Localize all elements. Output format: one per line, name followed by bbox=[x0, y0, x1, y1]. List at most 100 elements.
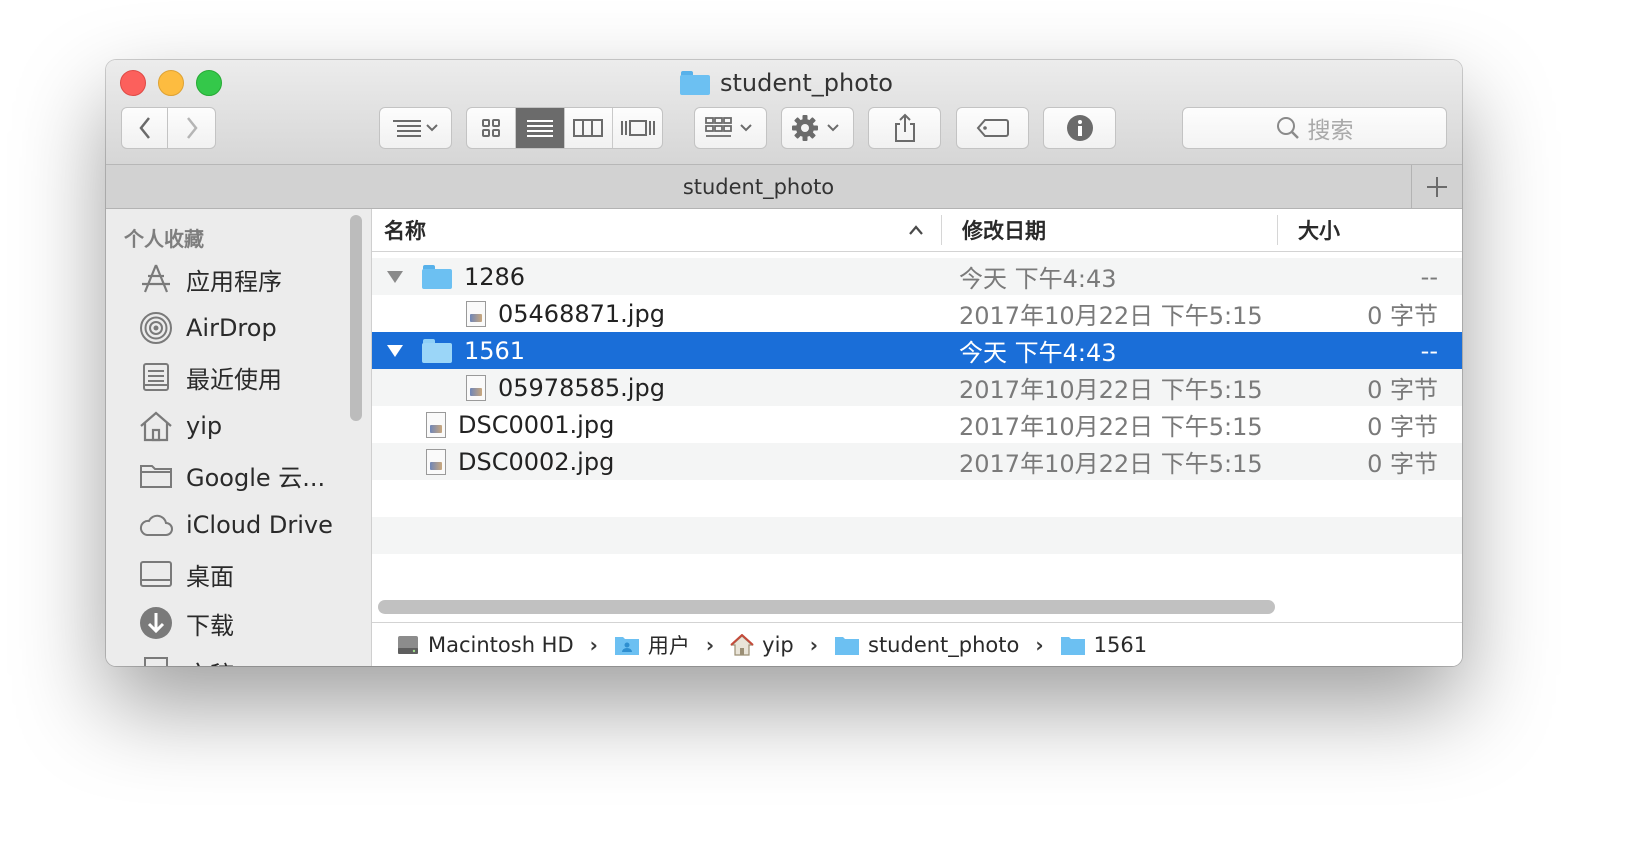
horizontal-scrollbar[interactable] bbox=[378, 600, 1275, 614]
toolbar: student_photo 搜索 bbox=[106, 60, 1462, 165]
sort-ascending-icon bbox=[909, 225, 923, 235]
row-name-cell: 05978585.jpg bbox=[466, 369, 665, 406]
path-separator-icon: › bbox=[589, 632, 598, 657]
sidebar-item-label: 文稿 bbox=[186, 655, 234, 667]
column-header-name[interactable]: 名称 bbox=[384, 209, 924, 251]
table-row[interactable]: DSC0001.jpg 2017年10月22日 下午5:15 0 字节 bbox=[372, 406, 1462, 443]
airdrop-icon bbox=[138, 310, 174, 346]
path-item-1561[interactable]: 1561 bbox=[1060, 633, 1147, 657]
forward-button[interactable] bbox=[168, 107, 216, 149]
minimize-button[interactable] bbox=[158, 70, 184, 96]
group-grid-icon bbox=[704, 117, 752, 137]
users-folder-icon bbox=[614, 636, 639, 655]
share-button[interactable] bbox=[868, 107, 941, 149]
folder-icon bbox=[138, 457, 174, 493]
file-date: 今天 下午4:43 bbox=[959, 339, 1117, 367]
sidebar-item-desktop[interactable]: 桌面 bbox=[138, 554, 234, 594]
zoom-button[interactable] bbox=[196, 70, 222, 96]
row-name-cell: 1561 bbox=[422, 332, 525, 369]
path-label: Macintosh HD bbox=[428, 632, 574, 657]
column-separator[interactable] bbox=[941, 215, 942, 245]
hard-disk-icon bbox=[398, 635, 418, 654]
file-date: 2017年10月22日 下午5:15 bbox=[959, 302, 1263, 330]
disclosure-triangle-icon[interactable] bbox=[386, 332, 404, 369]
close-button[interactable] bbox=[120, 70, 146, 96]
action-menu-button[interactable] bbox=[781, 107, 854, 149]
disclosure-triangle-icon[interactable] bbox=[386, 258, 404, 295]
column-view-button[interactable] bbox=[565, 108, 614, 148]
file-size: 0 字节 bbox=[1367, 413, 1438, 441]
icon-view-button[interactable] bbox=[467, 108, 516, 148]
sidebar-item-label: iCloud Drive bbox=[186, 511, 333, 539]
sidebar-item-label: yip bbox=[186, 412, 223, 440]
columns-icon bbox=[573, 119, 604, 137]
list-icon bbox=[526, 120, 553, 137]
window-title: student_photo bbox=[680, 68, 893, 98]
download-icon bbox=[138, 605, 174, 641]
sidebar-item-label: 应用程序 bbox=[186, 267, 282, 296]
column-separator[interactable] bbox=[1277, 215, 1278, 245]
column-header-date[interactable]: 修改日期 bbox=[962, 209, 1046, 251]
tab-student-photo[interactable]: student_photo bbox=[106, 165, 1411, 208]
empty-row bbox=[372, 517, 1462, 554]
path-separator-icon: › bbox=[1035, 632, 1044, 657]
view-mode-control[interactable] bbox=[466, 107, 663, 149]
folder-icon bbox=[680, 71, 710, 95]
image-file-icon bbox=[466, 300, 486, 327]
path-separator-icon: › bbox=[705, 632, 715, 657]
sidebar-item-documents[interactable]: 文稿 bbox=[138, 652, 234, 666]
table-row-selected[interactable]: 1561 今天 下午4:43 -- bbox=[372, 332, 1462, 369]
image-file-icon bbox=[426, 411, 446, 438]
sidebar-item-applications[interactable]: 应用程序 bbox=[138, 259, 282, 299]
home-icon bbox=[730, 633, 754, 656]
sidebar-scrollbar[interactable] bbox=[350, 215, 362, 421]
gallery-icon bbox=[620, 120, 655, 136]
sidebar-item-label: 下载 bbox=[186, 611, 234, 640]
column-header-name-label: 名称 bbox=[384, 219, 426, 243]
search-field[interactable]: 搜索 bbox=[1182, 107, 1447, 149]
table-row[interactable]: 05978585.jpg 2017年10月22日 下午5:15 0 字节 bbox=[372, 369, 1462, 406]
sidebar-item-recents[interactable]: 最近使用 bbox=[138, 357, 282, 397]
path-label: 1561 bbox=[1093, 632, 1148, 657]
sidebar-item-airdrop[interactable]: AirDrop bbox=[138, 308, 277, 348]
folder-icon bbox=[422, 264, 452, 289]
chevron-right-icon bbox=[186, 117, 198, 139]
new-tab-button[interactable] bbox=[1411, 165, 1462, 208]
table-row[interactable]: 05468871.jpg 2017年10月22日 下午5:15 0 字节 bbox=[372, 295, 1462, 332]
sidebar-item-home[interactable]: yip bbox=[138, 406, 222, 446]
file-name: 05978585.jpg bbox=[498, 373, 665, 402]
gallery-view-button[interactable] bbox=[613, 108, 662, 148]
chevron-left-icon bbox=[138, 117, 150, 139]
sidebar-item-google-drive[interactable]: Google 云... bbox=[138, 455, 325, 495]
row-name-cell: DSC0002.jpg bbox=[426, 443, 614, 480]
list-arrange-icon bbox=[392, 120, 438, 137]
path-item-home[interactable]: yip bbox=[730, 633, 794, 657]
folder-icon bbox=[1060, 636, 1085, 655]
table-row[interactable]: DSC0002.jpg 2017年10月22日 下午5:15 0 字节 bbox=[372, 443, 1462, 480]
file-size: 0 字节 bbox=[1367, 376, 1438, 404]
path-separator-icon: › bbox=[809, 632, 818, 657]
tab-bar: student_photo bbox=[106, 165, 1462, 209]
grid-icon bbox=[481, 119, 500, 137]
sidebar-item-icloud-drive[interactable]: iCloud Drive bbox=[138, 505, 333, 545]
row-name-cell: DSC0001.jpg bbox=[426, 406, 614, 443]
sidebar-item-label: 桌面 bbox=[186, 562, 234, 591]
path-item-disk[interactable]: Macintosh HD bbox=[396, 633, 574, 657]
tags-button[interactable] bbox=[956, 107, 1029, 149]
folder-icon bbox=[422, 338, 452, 363]
path-item-student-photo[interactable]: student_photo bbox=[834, 633, 1019, 657]
arrange-menu-button[interactable] bbox=[379, 107, 452, 149]
list-view-button[interactable] bbox=[515, 108, 565, 148]
table-row[interactable]: 1286 今天 下午4:43 -- bbox=[372, 258, 1462, 295]
get-info-button[interactable] bbox=[1043, 107, 1116, 149]
file-name: 1286 bbox=[464, 262, 526, 291]
gear-icon bbox=[791, 115, 839, 141]
column-header-size[interactable]: 大小 bbox=[1298, 209, 1340, 251]
path-item-users[interactable]: 用户 bbox=[614, 630, 690, 660]
file-size: -- bbox=[1420, 336, 1438, 365]
cloud-icon bbox=[138, 507, 174, 543]
group-button[interactable] bbox=[694, 107, 767, 149]
back-button[interactable] bbox=[121, 107, 168, 149]
sidebar-item-downloads[interactable]: 下载 bbox=[138, 603, 234, 643]
column-header-size-label: 大小 bbox=[1298, 219, 1340, 243]
